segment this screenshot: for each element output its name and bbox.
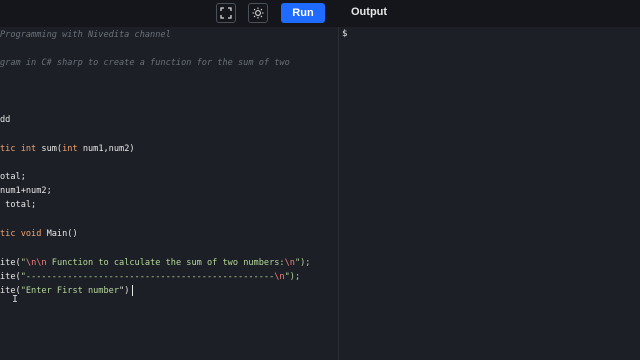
run-button[interactable]: Run [281,3,325,23]
theme-toggle-button[interactable] [248,3,268,23]
code-line-total-assign: num1+num2; [0,186,52,196]
code-line-sum-signature: tic int sum(int num1,num2) [0,144,135,154]
text-caret [132,285,133,296]
code-line-write-3: ite("Enter First number") [0,286,130,296]
code-line-total-decl: otal; [0,172,26,182]
code-line-return: total; [0,200,37,210]
code-line-comment-2: gram in C# sharp to create a function fo… [0,58,290,68]
code-line-main: tic void Main() [0,229,78,239]
code-line-comment-1: Programming with Nivedita channel [0,30,171,40]
code-line-write-2: ite("-----------------------------------… [0,272,301,282]
code-line-class: dd [0,115,11,125]
output-pane[interactable] [339,27,640,360]
mouse-cursor-icon: I [12,294,19,305]
app: Run Output Programming with Nivedita cha… [0,0,640,360]
code-line-write-1: ite("\n\n Function to calculate the sum … [0,258,311,268]
output-prompt: $ [342,29,348,39]
fullscreen-icon [220,7,232,19]
sun-icon [252,7,264,19]
toolbar: Run Output [0,0,640,28]
fullscreen-button[interactable] [216,3,236,23]
output-title: Output [351,6,388,18]
code-editor[interactable]: Programming with Nivedita channel gram i… [0,27,338,360]
